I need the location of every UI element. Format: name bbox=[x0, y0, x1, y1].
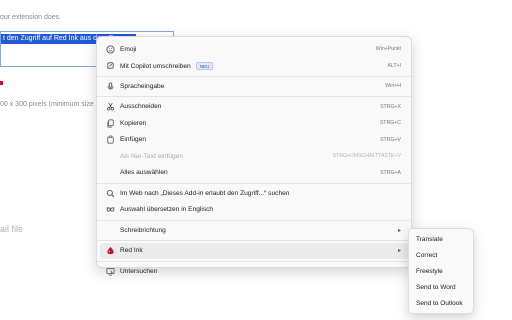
search-icon bbox=[105, 188, 115, 198]
menu-item-web-search[interactable]: Im Web nach „Dieses Add-in erlaubt den Z… bbox=[97, 185, 411, 202]
red-ink-submenu: Translate Correct Freestyle Send to Word… bbox=[408, 228, 474, 314]
menu-item-select-all[interactable]: Alles auswählen STRG+A bbox=[97, 165, 411, 182]
menu-item-label: Alles auswählen bbox=[120, 169, 168, 177]
red-ink-icon bbox=[105, 246, 115, 256]
menu-separator bbox=[97, 260, 411, 262]
menu-separator bbox=[97, 75, 411, 77]
submenu-item-send-to-word[interactable]: Send to Word bbox=[409, 279, 473, 295]
menu-item-inspect[interactable]: Untersuchen bbox=[97, 263, 411, 280]
menu-item-label: Einfügen bbox=[120, 136, 147, 144]
menu-item-label: Ausschneiden bbox=[120, 103, 162, 111]
inspect-icon bbox=[105, 266, 115, 276]
menu-item-label: Spracheingabe bbox=[120, 82, 165, 90]
menu-item-paste[interactable]: Einfügen STRG+V bbox=[97, 132, 411, 149]
menu-separator bbox=[97, 219, 411, 221]
background-text-line: our extension does. bbox=[0, 14, 62, 21]
menu-item-shortcut: Win+H bbox=[385, 83, 401, 90]
menu-item-label: Mit Copilot umschreiben NEU bbox=[120, 61, 381, 70]
menu-separator bbox=[97, 96, 411, 97]
menu-separator bbox=[97, 240, 411, 241]
menu-item-emoji[interactable]: Emoji Win+Punkt bbox=[97, 41, 411, 58]
submenu-item-send-to-outlook[interactable]: Send to Outlook bbox=[409, 295, 473, 311]
menu-item-label: Als Nur-Text einfügen bbox=[120, 152, 184, 160]
menu-item-cut[interactable]: Ausschneiden STRG+X bbox=[97, 99, 411, 116]
menu-item-label: Im Web nach „Dieses Add-in erlaubt den Z… bbox=[120, 189, 290, 197]
background-required-marker bbox=[0, 81, 3, 85]
translate-icon bbox=[105, 205, 115, 215]
menu-item-voice-input[interactable]: Spracheingabe Win+H bbox=[97, 78, 411, 95]
menu-item-shortcut: ALT+I bbox=[387, 62, 401, 69]
menu-item-shortcut: STRG+A bbox=[380, 169, 401, 176]
menu-item-label: Kopieren bbox=[120, 119, 147, 127]
menu-item-label: Untersuchen bbox=[120, 267, 158, 275]
menu-item-label: Emoji bbox=[120, 45, 137, 53]
menu-separator bbox=[97, 182, 411, 184]
menu-item-paste-plain-text: Als Nur-Text einfügen STRG+UMSCHALTTASTE… bbox=[97, 148, 411, 165]
menu-item-copy[interactable]: Kopieren STRG+C bbox=[97, 115, 411, 132]
menu-item-writing-direction[interactable]: Schreibrichtung ▸ bbox=[97, 222, 411, 239]
menu-item-translate-selection[interactable]: Auswahl übersetzen in Englisch bbox=[97, 202, 411, 219]
context-menu: Emoji Win+Punkt Mit Copilot umschreiben N… bbox=[96, 36, 412, 276]
copy-icon bbox=[105, 118, 115, 128]
chevron-right-icon: ▸ bbox=[397, 227, 401, 234]
copilot-icon bbox=[105, 61, 115, 71]
menu-item-shortcut: STRG+X bbox=[380, 103, 401, 110]
background-text-line: 00 x 300 pixels (minimum size 1 bbox=[0, 101, 100, 108]
menu-item-label: Schreibrichtung bbox=[120, 226, 166, 234]
submenu-item-correct[interactable]: Correct bbox=[409, 248, 473, 264]
submenu-item-freestyle[interactable]: Freestyle bbox=[409, 264, 473, 280]
background-label: ail file bbox=[0, 224, 24, 234]
menu-item-copilot-rewrite[interactable]: Mit Copilot umschreiben NEU ALT+I bbox=[97, 58, 411, 75]
menu-item-label: Red Ink bbox=[120, 247, 143, 255]
microphone-icon bbox=[105, 81, 115, 91]
menu-item-shortcut: STRG+C bbox=[379, 120, 401, 127]
scissors-icon bbox=[105, 102, 115, 112]
new-badge: NEU bbox=[195, 61, 214, 70]
menu-item-shortcut: STRG+UMSCHALTTASTE+V bbox=[332, 153, 401, 160]
menu-item-label: Auswahl übersetzen in Englisch bbox=[120, 206, 214, 214]
menu-item-shortcut: STRG+V bbox=[380, 136, 401, 143]
menu-item-shortcut: Win+Punkt bbox=[375, 46, 401, 53]
paste-icon bbox=[105, 135, 115, 145]
chevron-right-icon: ▸ bbox=[397, 248, 401, 255]
submenu-item-translate[interactable]: Translate bbox=[409, 232, 473, 248]
menu-item-red-ink[interactable]: Red Ink ▸ bbox=[100, 242, 408, 259]
emoji-icon bbox=[105, 44, 115, 54]
